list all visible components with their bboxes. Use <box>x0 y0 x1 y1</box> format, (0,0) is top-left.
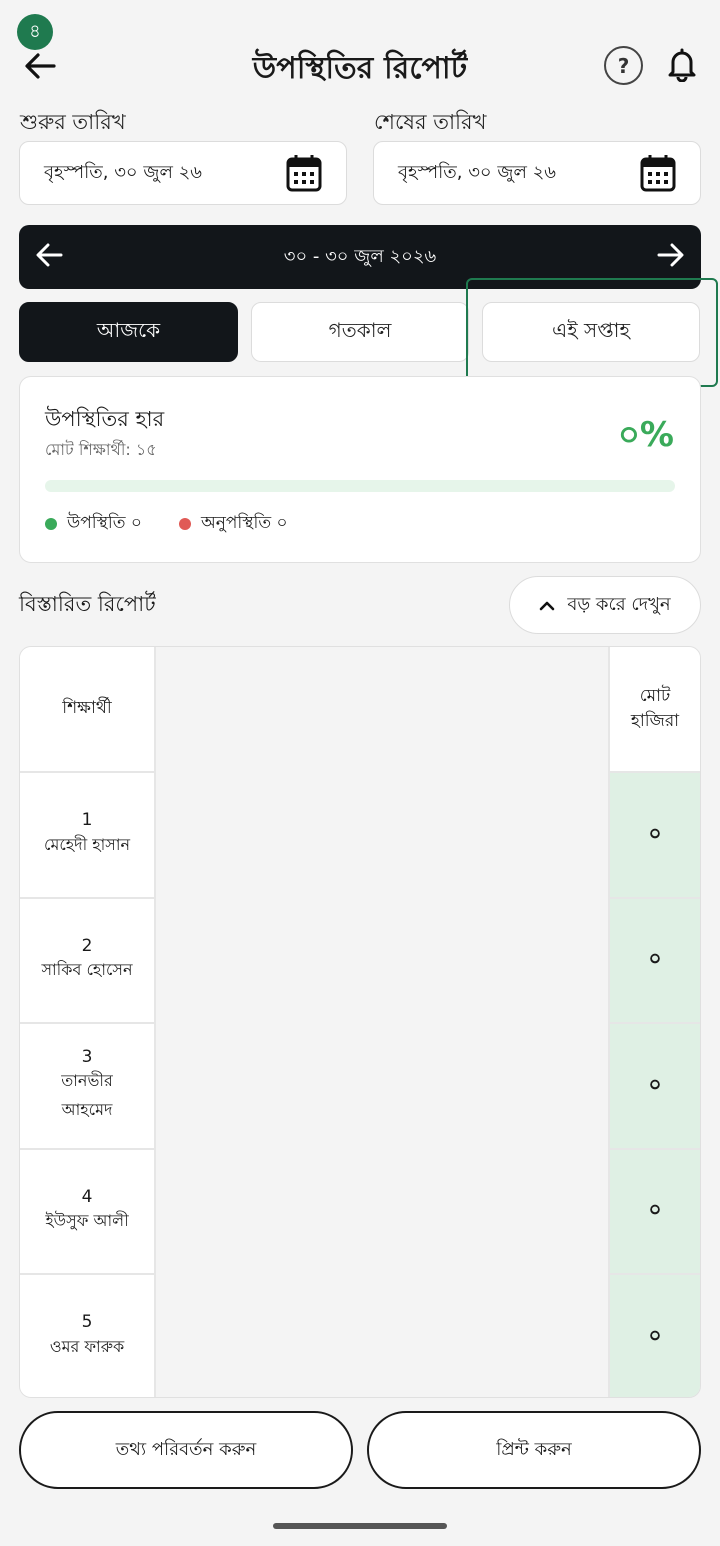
table-row: 3 তানভীর আহমেদ <box>20 1024 154 1150</box>
total-header-line1: মোট <box>639 685 671 706</box>
student-roll: 2 <box>81 935 93 956</box>
yesterday-button[interactable]: গতকাল <box>251 302 469 362</box>
absent-dot-icon <box>179 518 191 530</box>
expand-view-label: বড় করে দেখুন <box>567 593 671 615</box>
chevron-up-icon <box>540 601 555 611</box>
print-button[interactable]: প্রিন্ট করুন <box>367 1411 701 1489</box>
student-column-header: শিক্ষার্থী <box>20 647 154 773</box>
student-roll: 3 <box>81 1047 93 1067</box>
bell-icon <box>668 48 696 82</box>
total-column: মোট হাজিরা ০ ০ ০ ০ ০ <box>610 647 700 1397</box>
student-header-label: শিক্ষার্থী <box>62 698 112 719</box>
student-roll: 5 <box>81 1312 93 1333</box>
home-indicator <box>273 1523 447 1529</box>
student-roll: 1 <box>81 810 93 831</box>
focus-highlight <box>466 278 718 387</box>
calendar-icon <box>286 155 322 192</box>
total-cell: ০ <box>610 899 700 1024</box>
total-students: মোট শিক্ষার্থী: ১৫ <box>45 440 157 459</box>
total-cell: ০ <box>610 1150 700 1275</box>
help-icon: ? <box>617 53 630 78</box>
table-row: 2 সাকিব হোসেন <box>20 899 154 1024</box>
detail-report-title: বিস্তারিত রিপোর্ট <box>19 592 156 616</box>
student-name: মেহেদী হাসান <box>43 834 131 854</box>
total-cell: ০ <box>610 773 700 899</box>
total-column-header: মোট হাজিরা <box>610 647 700 773</box>
start-date-label: শুরুর তারিখ <box>20 110 126 134</box>
arrow-left-icon <box>36 243 63 267</box>
total-cell: ০ <box>610 1275 700 1397</box>
start-date-field[interactable]: বৃহস্পতি, ৩০ জুল ২৬ <box>19 141 347 205</box>
table-row: 4 ইউসুফ আলী <box>20 1150 154 1275</box>
rate-title: উপস্থিতির হার <box>45 407 165 431</box>
total-header-line2: হাজিরা <box>630 711 680 731</box>
notification-button[interactable] <box>662 44 702 86</box>
help-button[interactable]: ? <box>604 46 643 85</box>
previous-range-button[interactable] <box>35 242 63 272</box>
end-date-value: বৃহস্পতি, ৩০ জুল ২৬ <box>398 161 556 183</box>
column-divider <box>154 647 156 1397</box>
present-count: উপস্থিতি ০ <box>67 513 142 533</box>
arrow-right-icon <box>657 243 684 267</box>
student-name: ইউসুফ আলী <box>45 1211 129 1231</box>
next-range-button[interactable] <box>657 242 685 272</box>
end-date-field[interactable]: বৃহস্পতি, ৩০ জুল ২৬ <box>373 141 701 205</box>
expand-view-button[interactable]: বড় করে দেখুন <box>509 576 701 634</box>
total-value: ০ <box>648 1322 662 1347</box>
student-name: সাকিব হোসেন <box>41 960 133 980</box>
student-roll: 4 <box>81 1186 93 1207</box>
total-value: ০ <box>648 1071 662 1096</box>
rate-percent: ০% <box>617 415 674 455</box>
table-row: 1 মেহেদী হাসান <box>20 773 154 899</box>
attendance-table: শিক্ষার্থী 1 মেহেদী হাসান 2 সাকিব হোসেন … <box>19 646 701 1398</box>
today-button[interactable]: আজকে <box>19 302 238 362</box>
total-cell: ০ <box>610 1024 700 1150</box>
absent-legend: অনুপস্থিতি ০ <box>179 510 288 538</box>
present-legend: উপস্থিতি ০ <box>45 510 142 538</box>
date-range-text: ৩০ - ৩০ জুল ২০২৬ <box>283 245 437 267</box>
total-value: ০ <box>648 946 662 970</box>
student-name-line2: আহমেদ <box>61 1100 113 1120</box>
student-name: তানভীর <box>61 1071 113 1091</box>
calendar-icon <box>640 155 676 192</box>
start-date-value: বৃহস্পতি, ৩০ জুল ২৬ <box>44 161 202 183</box>
edit-info-button[interactable]: তথ্য পরিবর্তন করুন <box>19 1411 353 1489</box>
total-value: ০ <box>648 820 662 845</box>
present-dot-icon <box>45 518 57 530</box>
student-name: ওমর ফারুক <box>49 1336 125 1356</box>
attendance-progress-bar <box>45 480 675 492</box>
end-date-label: শেষের তারিখ <box>374 110 487 134</box>
table-row: 5 ওমর ফারুক <box>20 1275 154 1397</box>
attendance-rate-card: উপস্থিতির হার মোট শিক্ষার্থী: ১৫ ০% উপস্… <box>19 376 701 563</box>
student-column: শিক্ষার্থী 1 মেহেদী হাসান 2 সাকিব হোসেন … <box>20 647 154 1397</box>
absent-count: অনুপস্থিতি ০ <box>201 513 288 533</box>
total-value: ০ <box>648 1197 662 1221</box>
